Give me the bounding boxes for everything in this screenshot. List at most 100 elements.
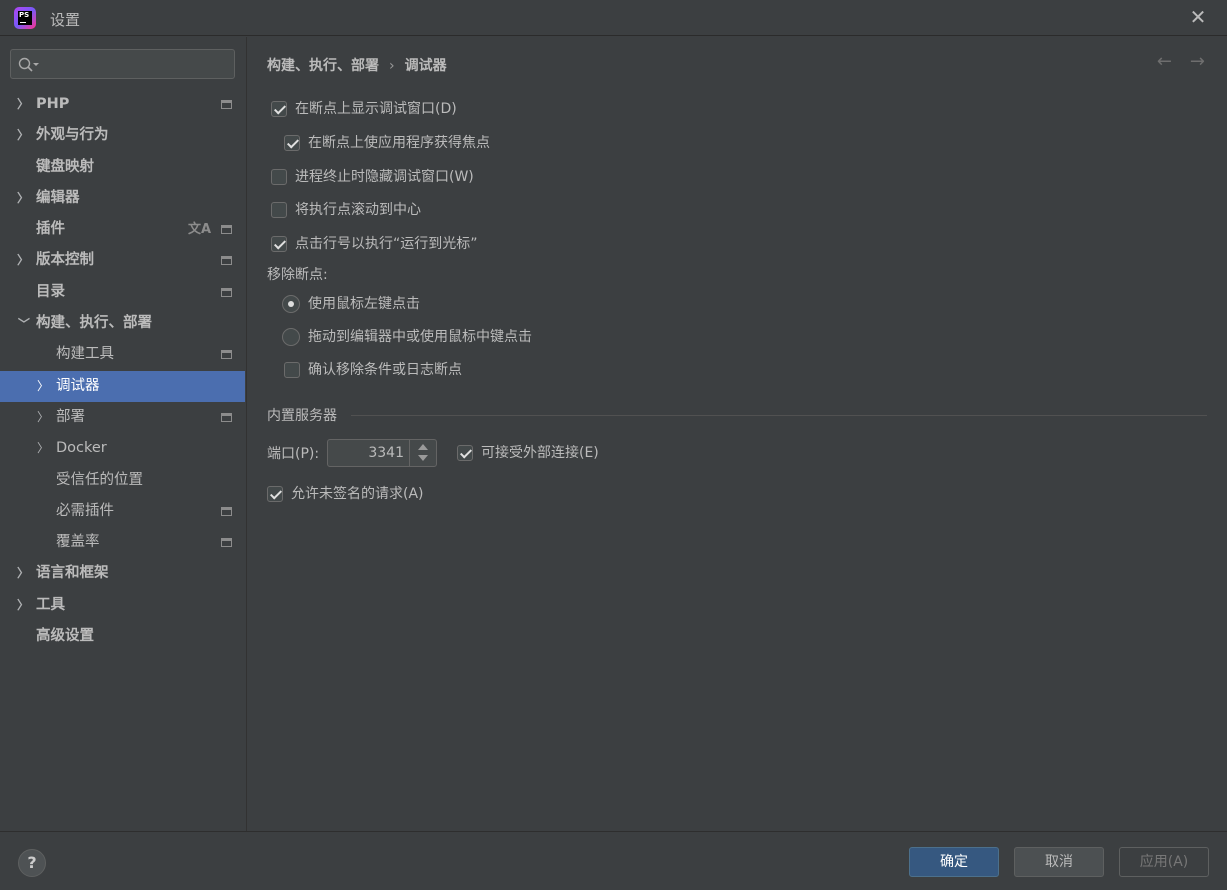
hide-window-checkbox[interactable]	[271, 169, 287, 185]
section-divider	[351, 415, 1207, 416]
spin-up-icon[interactable]	[410, 440, 436, 453]
sidebar-item-directories[interactable]: 目录	[0, 277, 245, 308]
hide-window-label: 进程终止时隐藏调试窗口(W)	[295, 169, 474, 185]
sidebar-item-label: 语言和框架	[36, 565, 109, 582]
back-arrow-icon[interactable]: ←	[1157, 51, 1172, 72]
ok-button[interactable]: 确定	[909, 847, 999, 877]
project-level-icon	[221, 100, 232, 109]
sidebar-item-appearance[interactable]: 〉 外观与行为	[0, 120, 245, 151]
sidebar-item-php[interactable]: 〉 PHP	[0, 89, 245, 120]
chevron-right-icon[interactable]: 〉	[16, 558, 30, 589]
sidebar-item-label: 受信任的位置	[56, 471, 143, 488]
allow-unsigned-checkbox[interactable]	[267, 486, 283, 502]
sidebar-item-build-tools[interactable]: 构建工具	[0, 339, 245, 370]
chevron-right-icon[interactable]: 〉	[16, 120, 30, 151]
remove-left-click-radio[interactable]	[282, 295, 300, 313]
sidebar-item-label: 覆盖率	[56, 534, 100, 551]
project-level-icon	[221, 287, 232, 297]
search-icon	[18, 57, 39, 72]
sidebar-item-label: 版本控制	[36, 252, 94, 269]
apply-button[interactable]: 应用(A)	[1119, 847, 1209, 877]
chevron-right-icon[interactable]: 〉	[16, 183, 30, 214]
settings-search-field[interactable]	[10, 49, 235, 79]
port-spinner	[409, 440, 436, 466]
forward-arrow-icon[interactable]: →	[1190, 51, 1205, 72]
close-icon[interactable]: ✕	[1187, 6, 1209, 28]
window-title: 设置	[50, 11, 81, 29]
sidebar-item-build-execution-deployment[interactable]: 〉 构建、执行、部署	[0, 308, 245, 339]
sidebar-item-tools[interactable]: 〉 工具	[0, 590, 245, 621]
sidebar-item-label: 构建、执行、部署	[36, 315, 152, 332]
accept-external-checkbox[interactable]	[457, 445, 473, 461]
port-label: 端口(P):	[267, 446, 320, 462]
sidebar-item-label: PHP	[36, 96, 70, 112]
port-stepper[interactable]	[327, 439, 437, 467]
sidebar-item-coverage[interactable]: 覆盖率	[0, 527, 245, 558]
show-debug-window-label: 在断点上显示调试窗口(D)	[295, 101, 457, 117]
allow-unsigned-label: 允许未签名的请求(A)	[291, 486, 424, 502]
chevron-down-icon[interactable]: 〉	[8, 317, 39, 331]
scroll-center-label: 将执行点滚动到中心	[295, 202, 421, 218]
scroll-center-checkbox[interactable]	[271, 202, 287, 218]
sidebar-item-editor[interactable]: 〉 编辑器	[0, 183, 245, 214]
remove-drag-middle-radio[interactable]	[282, 328, 300, 346]
sidebar-item-label: 部署	[56, 408, 85, 425]
run-to-cursor-checkbox[interactable]	[271, 236, 287, 252]
breadcrumb-current: 调试器	[404, 58, 447, 74]
sidebar-item-label: 外观与行为	[36, 127, 109, 144]
breadcrumb-separator: ›	[389, 58, 395, 74]
sidebar-item-debugger[interactable]: 〉 调试器	[0, 370, 245, 402]
project-level-icon	[221, 256, 232, 266]
project-level-icon	[221, 506, 232, 516]
chevron-right-icon[interactable]: 〉	[36, 402, 50, 433]
project-level-icon	[221, 350, 232, 360]
focus-app-checkbox[interactable]	[284, 135, 300, 151]
focus-app-label: 在断点上使应用程序获得焦点	[308, 135, 490, 151]
sidebar-item-trusted-locations[interactable]: 受信任的位置	[0, 465, 245, 496]
sidebar-item-label: 构建工具	[56, 346, 114, 363]
breadcrumb: 构建、执行、部署 › 调试器	[267, 55, 447, 75]
breadcrumb-parent[interactable]: 构建、执行、部署	[267, 58, 379, 74]
translate-icon: 文A	[187, 222, 211, 238]
port-input[interactable]	[328, 442, 404, 464]
spin-down-icon[interactable]	[410, 453, 436, 466]
remove-breakpoints-label: 移除断点:	[267, 267, 328, 283]
chevron-right-icon[interactable]: 〉	[16, 89, 30, 120]
cancel-button[interactable]: 取消	[1014, 847, 1104, 877]
phpstorm-logo-icon: PS	[14, 7, 36, 29]
sidebar-item-deployment[interactable]: 〉 部署	[0, 402, 245, 433]
chevron-right-icon[interactable]: 〉	[16, 590, 30, 621]
sidebar-item-advanced-settings[interactable]: 高级设置	[0, 621, 245, 652]
sidebar-item-plugins[interactable]: 插件 文A	[0, 214, 245, 245]
remove-drag-middle-label: 拖动到编辑器中或使用鼠标中键点击	[308, 329, 532, 345]
sidebar-item-keymap[interactable]: 键盘映射	[0, 152, 245, 183]
sidebar-item-label: 插件	[36, 221, 65, 238]
sidebar-item-label: 调试器	[56, 377, 100, 394]
sidebar-item-version-control[interactable]: 〉 版本控制	[0, 245, 245, 276]
chevron-right-icon[interactable]: 〉	[36, 433, 50, 464]
confirm-remove-label: 确认移除条件或日志断点	[308, 362, 462, 378]
remove-left-click-label: 使用鼠标左键点击	[308, 296, 420, 312]
show-debug-window-checkbox[interactable]	[271, 101, 287, 117]
settings-content: 构建、执行、部署 › 调试器 ← → 在断点上显示调试窗口(D) 在断点上使应用程序…	[246, 37, 1227, 831]
confirm-remove-checkbox[interactable]	[284, 362, 300, 378]
sidebar-item-required-plugins[interactable]: 必需插件	[0, 496, 245, 527]
project-level-icon	[221, 225, 232, 235]
accept-external-label: 可接受外部连接(E)	[481, 445, 599, 461]
dialog-footer: ? 确定 取消 应用(A)	[0, 831, 1227, 890]
chevron-right-icon[interactable]: 〉	[36, 371, 50, 402]
sidebar-item-label: 键盘映射	[36, 158, 94, 175]
sidebar-item-languages-frameworks[interactable]: 〉 语言和框架	[0, 558, 245, 589]
project-level-icon	[221, 412, 232, 422]
chevron-right-icon[interactable]: 〉	[16, 245, 30, 276]
sidebar-item-docker[interactable]: 〉 Docker	[0, 433, 245, 464]
sidebar-item-label: 编辑器	[36, 189, 80, 206]
help-icon[interactable]: ?	[18, 849, 46, 877]
settings-tree: 〉 PHP 〉 外观与行为 键盘映射 〉 编辑器 插件 文A 〉 版本控制 目录	[0, 89, 245, 652]
sidebar-item-label: Docker	[56, 440, 107, 457]
search-input[interactable]	[45, 52, 230, 76]
project-level-icon	[221, 538, 232, 548]
run-to-cursor-label: 点击行号以执行“运行到光标”	[295, 236, 478, 252]
builtin-server-section-title: 内置服务器	[267, 408, 337, 424]
sidebar-item-label: 目录	[36, 283, 65, 300]
